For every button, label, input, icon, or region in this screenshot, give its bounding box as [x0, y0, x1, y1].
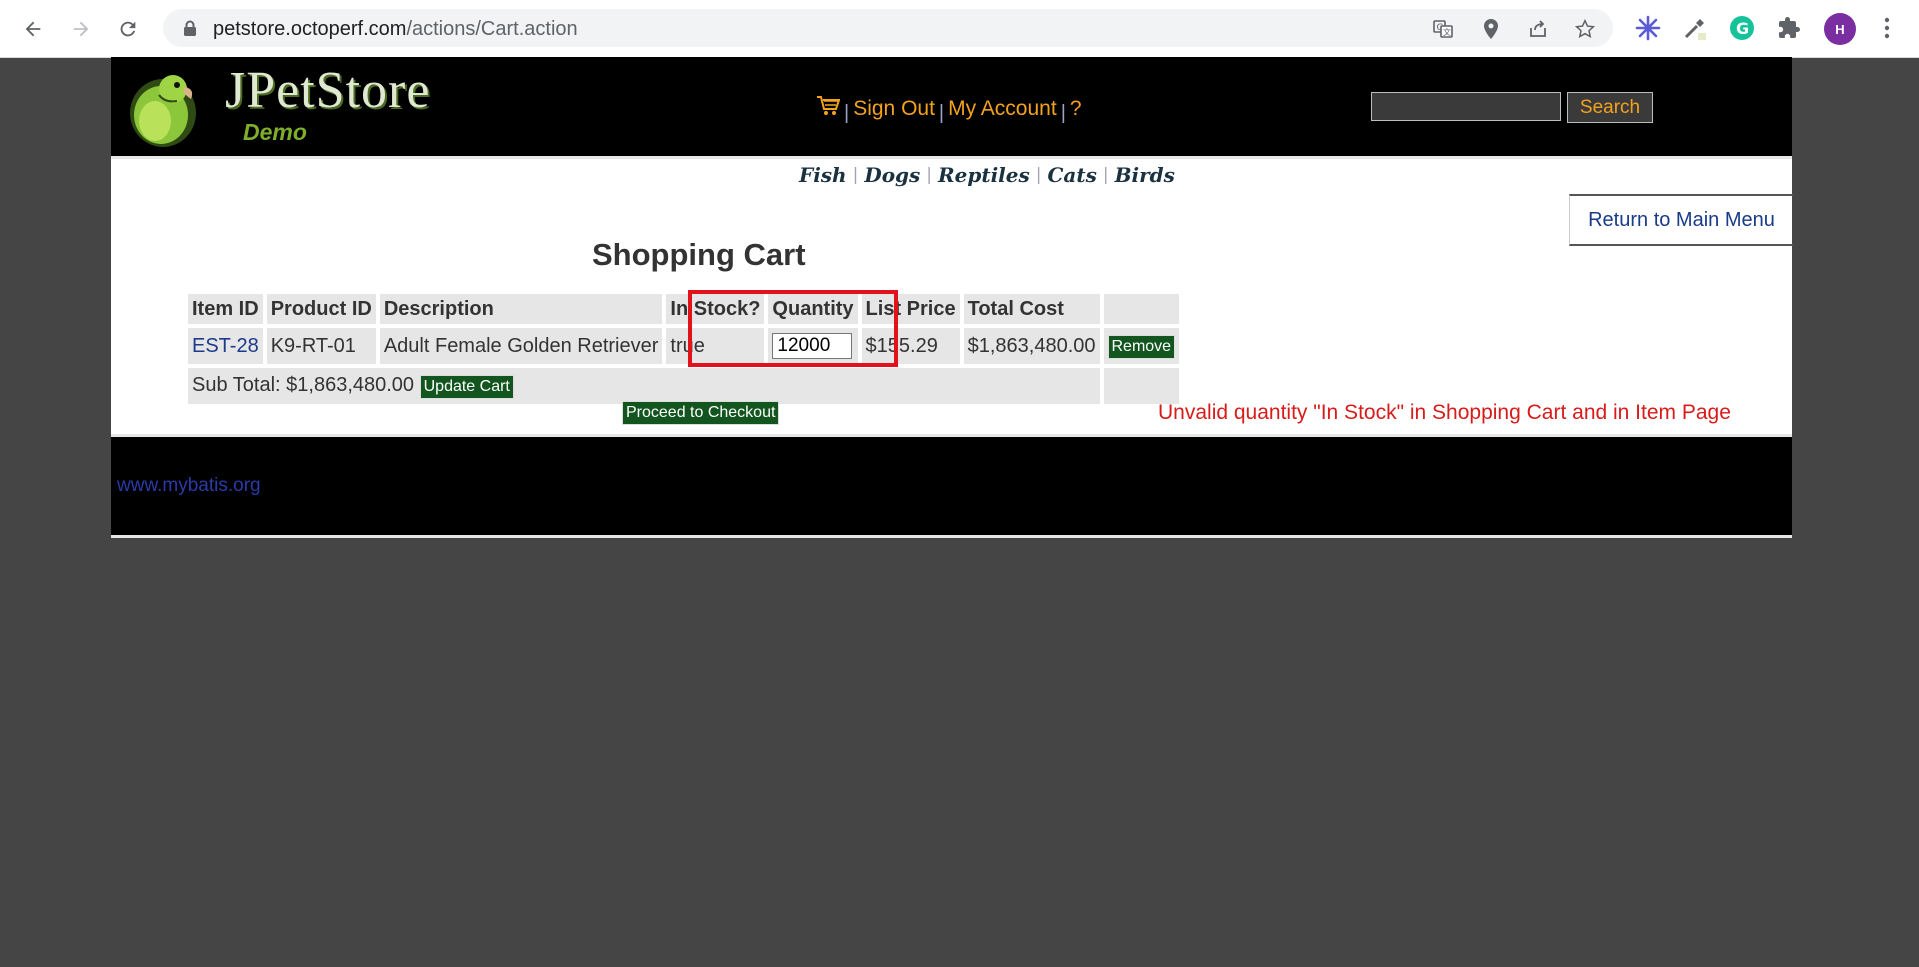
column-header: Total Cost — [963, 294, 1100, 324]
quicklink-dogs[interactable]: Dogs — [864, 163, 920, 187]
description-cell: Adult Female Golden Retriever — [379, 328, 663, 364]
site-header: JPetStore Demo | Sign Out | My Account |… — [111, 57, 1792, 159]
page-title: Shopping Cart — [592, 237, 806, 272]
quicklink-cats[interactable]: Cats — [1048, 163, 1097, 187]
parrot-icon — [130, 75, 196, 147]
translate-icon[interactable]: G文 — [1433, 19, 1453, 39]
reload-icon[interactable] — [113, 14, 143, 44]
column-header: Description — [379, 294, 663, 324]
share-icon[interactable] — [1528, 19, 1548, 39]
forward-icon[interactable] — [66, 14, 96, 44]
extensions-puzzle-icon[interactable] — [1774, 13, 1804, 43]
subtotal-empty-cell — [1103, 368, 1180, 404]
search-input[interactable] — [1371, 92, 1561, 121]
profile-avatar[interactable]: H — [1824, 13, 1856, 45]
menu-separator: | — [1060, 101, 1066, 124]
help-link[interactable]: ? — [1070, 97, 1082, 121]
svg-text:G: G — [1736, 19, 1749, 38]
jpetstore-logo[interactable]: JPetStore Demo — [125, 61, 445, 153]
my-account-link[interactable]: My Account — [948, 97, 1057, 121]
extension-burst-icon[interactable] — [1633, 13, 1663, 43]
svg-text:文: 文 — [1443, 27, 1451, 37]
column-header: Product ID — [266, 294, 376, 324]
annotation-text: Unvalid quantity "In Stock" in Shopping … — [1158, 401, 1731, 424]
menu-separator: | — [938, 101, 945, 124]
quicklink-separator: | — [852, 165, 859, 185]
update-cart-button[interactable]: Update Cart — [419, 374, 514, 399]
site-footer: www.mybatis.org — [111, 437, 1792, 538]
browser-toolbar: petstore.octoperf.com/actions/Cart.actio… — [0, 0, 1919, 58]
cart-icon[interactable] — [816, 95, 841, 123]
back-icon[interactable] — [18, 14, 48, 44]
mybatis-link[interactable]: www.mybatis.org — [117, 475, 261, 497]
sign-out-link[interactable]: Sign Out — [853, 97, 935, 121]
total-cost-cell: $1,863,480.00 — [963, 328, 1100, 364]
proceed-to-checkout-button[interactable]: Proceed to Checkout — [622, 401, 780, 425]
subtotal-text: Sub Total: $1,863,480.00 — [192, 373, 415, 396]
logo-subtitle: Demo — [243, 119, 307, 145]
quicklink-separator: | — [1035, 165, 1042, 185]
column-header-empty — [1103, 294, 1180, 324]
address-bar[interactable]: petstore.octoperf.com/actions/Cart.actio… — [163, 9, 1613, 47]
category-quicklinks: Fish | Dogs | Reptiles | Cats | Birds — [799, 163, 1175, 187]
logo-title: JPetStore — [225, 62, 431, 119]
quicklink-reptiles[interactable]: Reptiles — [938, 163, 1030, 187]
menu-separator: | — [844, 101, 850, 124]
location-icon[interactable] — [1481, 19, 1501, 39]
bookmark-star-icon[interactable] — [1575, 19, 1595, 39]
remove-button[interactable]: Remove — [1107, 334, 1176, 359]
url-text: petstore.octoperf.com/actions/Cart.actio… — [213, 18, 578, 40]
subtotal-cell: Sub Total: $1,863,480.00 Update Cart — [188, 368, 1100, 404]
item-id-link[interactable]: EST-28 — [192, 335, 259, 357]
quicklink-separator: | — [1102, 165, 1109, 185]
table-header-row: Item ID Product ID Description In Stock?… — [188, 294, 1180, 324]
quicklink-birds[interactable]: Birds — [1115, 163, 1175, 187]
table-row: EST-28 K9-RT-01 Adult Female Golden Retr… — [188, 328, 1180, 364]
quicklink-separator: | — [926, 165, 933, 185]
eyedropper-icon[interactable] — [1680, 13, 1710, 43]
return-to-main-menu-link[interactable]: Return to Main Menu — [1569, 194, 1793, 246]
header-menu: | Sign Out | My Account | ? — [816, 95, 1082, 124]
product-id-cell: K9-RT-01 — [266, 328, 376, 364]
quicklink-fish[interactable]: Fish — [799, 163, 847, 187]
more-vert-icon[interactable] — [1872, 13, 1902, 43]
subtotal-row: Sub Total: $1,863,480.00 Update Cart — [188, 368, 1180, 404]
search-button[interactable]: Search — [1567, 92, 1653, 123]
cart-table: Item ID Product ID Description In Stock?… — [184, 290, 1183, 408]
lock-icon — [183, 20, 197, 41]
item-id-cell: EST-28 — [188, 328, 263, 364]
annotation-highlight-box — [688, 290, 898, 367]
remove-cell: Remove — [1103, 328, 1180, 364]
grammarly-icon[interactable]: G — [1727, 13, 1757, 43]
column-header: Item ID — [188, 294, 263, 324]
